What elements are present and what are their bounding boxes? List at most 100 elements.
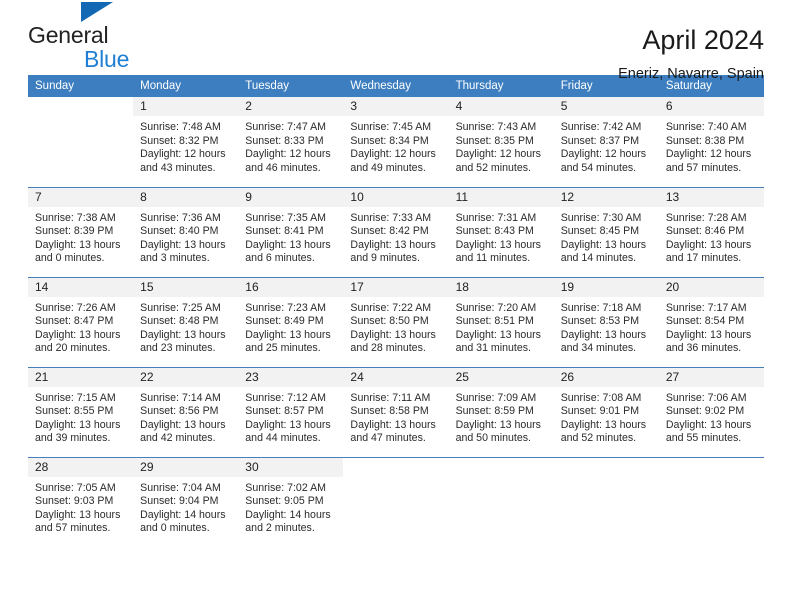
sunrise-text: Sunrise: 7:17 AM <box>665 301 747 314</box>
calendar-day-cell[interactable]: 28 Sunrise: 7:05 AM Sunset: 9:03 PM Dayligh… <box>28 456 134 548</box>
calendar-day-cell[interactable]: 26 Sunrise: 7:08 AM Sunset: 9:01 PM Dayligh… <box>553 366 659 457</box>
daylight-text-line1: Daylight: 12 hours <box>350 148 436 161</box>
day-number: 8 <box>133 187 239 207</box>
calendar-day-cell[interactable]: 5 Sunrise: 7:42 AM Sunset: 8:37 PM Daylight… <box>553 97 659 187</box>
sunset-text: Sunset: 8:47 PM <box>35 315 114 328</box>
daylight-text-line2: and 36 minutes. <box>665 342 742 355</box>
calendar-day-cell[interactable]: 6 Sunrise: 7:40 AM Sunset: 8:38 PM Daylight… <box>658 97 764 187</box>
calendar-week-row: 1 Sunrise: 7:48 AM Sunset: 8:32 PM Daylight… <box>28 97 764 187</box>
sunset-text: Sunset: 8:45 PM <box>560 225 640 238</box>
sunset-text: Sunset: 9:05 PM <box>245 495 324 508</box>
daylight-text-line2: and 57 minutes. <box>35 522 111 535</box>
day-info: Sunrise: 7:48 AM Sunset: 8:32 PM Daylight:… <box>133 116 238 175</box>
day-cell-inner: 6 Sunrise: 7:40 AM Sunset: 8:38 PM Daylight… <box>658 97 764 187</box>
day-info: Sunrise: 7:06 AM Sunset: 9:02 PM Daylight:… <box>659 387 764 446</box>
day-number <box>553 457 659 477</box>
sunset-text: Sunset: 8:42 PM <box>350 225 429 238</box>
daylight-text-line1: Daylight: 13 hours <box>245 328 331 341</box>
daylight-text-line2: and 25 minutes. <box>245 342 321 355</box>
weekday-header-sunday: Sunday <box>28 75 134 97</box>
calendar-day-cell[interactable]: 14 Sunrise: 7:26 AM Sunset: 8:47 PM Dayligh… <box>28 276 134 367</box>
calendar-day-cell[interactable]: 4 Sunrise: 7:43 AM Sunset: 8:35 PM Daylight… <box>448 97 554 187</box>
weekday-header-thursday: Thursday <box>448 75 554 97</box>
sunset-text: Sunset: 8:48 PM <box>140 315 219 328</box>
sunset-text: Sunset: 9:01 PM <box>560 405 640 418</box>
day-info: Sunrise: 7:31 AM Sunset: 8:43 PM Daylight:… <box>449 207 554 266</box>
day-info: Sunrise: 7:14 AM Sunset: 8:56 PM Daylight:… <box>133 387 238 446</box>
sunrise-text: Sunrise: 7:33 AM <box>350 211 432 224</box>
calendar-day-cell[interactable]: 2 Sunrise: 7:47 AM Sunset: 8:33 PM Daylight… <box>238 97 344 187</box>
calendar-day-cell[interactable]: 8 Sunrise: 7:36 AM Sunset: 8:40 PM Daylight… <box>133 186 239 277</box>
sunrise-text: Sunrise: 7:42 AM <box>560 121 642 133</box>
sunset-text: Sunset: 8:32 PM <box>140 134 219 147</box>
calendar-day-cell[interactable]: 11 Sunrise: 7:31 AM Sunset: 8:43 PM Dayligh… <box>448 186 554 277</box>
calendar-day-cell[interactable]: 29 Sunrise: 7:04 AM Sunset: 9:04 PM Dayligh… <box>133 456 239 547</box>
sunset-text: Sunset: 8:33 PM <box>245 134 324 147</box>
calendar-day-cell[interactable]: 17 Sunrise: 7:22 AM Sunset: 8:50 PM Dayligh… <box>343 276 449 367</box>
calendar-day-cell[interactable]: 9 Sunrise: 7:35 AM Sunset: 8:41 PM Daylight… <box>238 186 344 277</box>
calendar-day-cell[interactable]: 30 Sunrise: 7:02 AM Sunset: 9:05 PM Dayligh… <box>238 456 344 547</box>
calendar-day-cell[interactable]: 18 Sunrise: 7:20 AM Sunset: 8:51 PM Dayligh… <box>448 276 554 367</box>
day-cell-inner <box>658 457 764 548</box>
calendar-day-cell[interactable]: 7 Sunrise: 7:38 AM Sunset: 8:39 PM Daylight… <box>28 186 134 277</box>
weekday-header-tuesday: Tuesday <box>238 75 344 97</box>
calendar-day-cell[interactable]: 24 Sunrise: 7:11 AM Sunset: 8:58 PM Dayligh… <box>343 366 449 457</box>
calendar-day-cell[interactable]: 10 Sunrise: 7:33 AM Sunset: 8:42 PM Dayligh… <box>343 186 449 277</box>
sunset-text: Sunset: 8:54 PM <box>665 315 745 328</box>
day-info: Sunrise: 7:38 AM Sunset: 8:39 PM Daylight:… <box>28 207 133 266</box>
day-cell-inner: 12 Sunrise: 7:30 AM Sunset: 8:45 PM Dayligh… <box>553 187 659 277</box>
calendar-day-cell[interactable]: 15 Sunrise: 7:25 AM Sunset: 8:48 PM Dayligh… <box>133 276 239 367</box>
sunset-text: Sunset: 8:41 PM <box>245 225 324 238</box>
calendar-day-cell[interactable]: 25 Sunrise: 7:09 AM Sunset: 8:59 PM Dayligh… <box>448 366 554 457</box>
sunrise-text: Sunrise: 7:08 AM <box>560 391 642 404</box>
daylight-text-line1: Daylight: 12 hours <box>245 148 331 161</box>
day-number: 29 <box>133 457 239 477</box>
day-cell-inner: 23 Sunrise: 7:12 AM Sunset: 8:57 PM Dayligh… <box>238 367 344 457</box>
sunset-text: Sunset: 8:46 PM <box>665 225 745 238</box>
daylight-text-line2: and 52 minutes. <box>455 161 531 174</box>
sunrise-text: Sunrise: 7:47 AM <box>245 121 326 133</box>
sunset-text: Sunset: 8:53 PM <box>560 315 640 328</box>
daylight-text-line1: Daylight: 12 hours <box>140 148 226 161</box>
daylight-text-line2: and 34 minutes. <box>560 342 637 355</box>
day-cell-inner: 7 Sunrise: 7:38 AM Sunset: 8:39 PM Daylight… <box>28 187 134 277</box>
calendar-day-cell[interactable]: 27 Sunrise: 7:06 AM Sunset: 9:02 PM Dayligh… <box>658 366 764 457</box>
day-info: Sunrise: 7:17 AM Sunset: 8:54 PM Daylight:… <box>659 297 764 356</box>
calendar-day-cell[interactable]: 20 Sunrise: 7:17 AM Sunset: 8:54 PM Dayligh… <box>658 276 764 367</box>
day-number: 26 <box>553 367 659 387</box>
calendar-day-cell[interactable]: 21 Sunrise: 7:15 AM Sunset: 8:55 PM Dayligh… <box>28 366 134 457</box>
daylight-text-line2: and 3 minutes. <box>140 252 210 265</box>
daylight-text-line1: Daylight: 13 hours <box>245 238 331 251</box>
weekday-header-wednesday: Wednesday <box>343 75 449 97</box>
calendar-day-cell[interactable]: 3 Sunrise: 7:45 AM Sunset: 8:34 PM Daylight… <box>343 97 449 187</box>
day-info: Sunrise: 7:45 AM Sunset: 8:34 PM Daylight:… <box>343 116 448 175</box>
day-number <box>28 97 134 116</box>
calendar-day-cell[interactable]: 23 Sunrise: 7:12 AM Sunset: 8:57 PM Dayligh… <box>238 366 344 457</box>
sunrise-text: Sunrise: 7:30 AM <box>560 211 642 224</box>
day-info: Sunrise: 7:42 AM Sunset: 8:37 PM Daylight:… <box>554 116 659 175</box>
calendar-day-cell[interactable]: 16 Sunrise: 7:23 AM Sunset: 8:49 PM Dayligh… <box>238 276 344 367</box>
day-cell-inner: 17 Sunrise: 7:22 AM Sunset: 8:50 PM Dayligh… <box>343 277 449 367</box>
day-number: 9 <box>238 187 344 207</box>
day-cell-inner <box>553 457 659 548</box>
day-cell-inner: 28 Sunrise: 7:05 AM Sunset: 9:03 PM Dayligh… <box>28 457 134 548</box>
daylight-text-line2: and 39 minutes. <box>35 432 111 445</box>
day-cell-inner: 22 Sunrise: 7:14 AM Sunset: 8:56 PM Dayligh… <box>133 367 239 457</box>
calendar-day-cell[interactable]: 22 Sunrise: 7:14 AM Sunset: 8:56 PM Dayligh… <box>133 366 239 457</box>
calendar-day-cell[interactable]: 19 Sunrise: 7:18 AM Sunset: 8:53 PM Dayligh… <box>553 276 659 367</box>
daylight-text-line1: Daylight: 13 hours <box>245 418 331 431</box>
daylight-text-line1: Daylight: 13 hours <box>140 238 226 251</box>
calendar-week-row: 21 Sunrise: 7:15 AM Sunset: 8:55 PM Dayligh… <box>28 366 764 457</box>
daylight-text-line2: and 0 minutes. <box>35 252 105 265</box>
calendar-day-cell[interactable]: 1 Sunrise: 7:48 AM Sunset: 8:32 PM Daylight… <box>133 97 239 187</box>
daylight-text-line1: Daylight: 13 hours <box>560 418 647 431</box>
sunset-text: Sunset: 9:04 PM <box>140 495 219 508</box>
sunrise-text: Sunrise: 7:20 AM <box>455 301 537 314</box>
calendar-day-cell[interactable]: 13 Sunrise: 7:28 AM Sunset: 8:46 PM Dayligh… <box>658 186 764 277</box>
daylight-text-line2: and 44 minutes. <box>245 432 321 445</box>
sunset-text: Sunset: 9:03 PM <box>35 495 114 508</box>
calendar-day-cell[interactable]: 12 Sunrise: 7:30 AM Sunset: 8:45 PM Dayligh… <box>553 186 659 277</box>
day-number: 14 <box>28 277 134 297</box>
day-number: 20 <box>658 277 764 297</box>
day-cell-inner: 21 Sunrise: 7:15 AM Sunset: 8:55 PM Dayligh… <box>28 367 134 457</box>
